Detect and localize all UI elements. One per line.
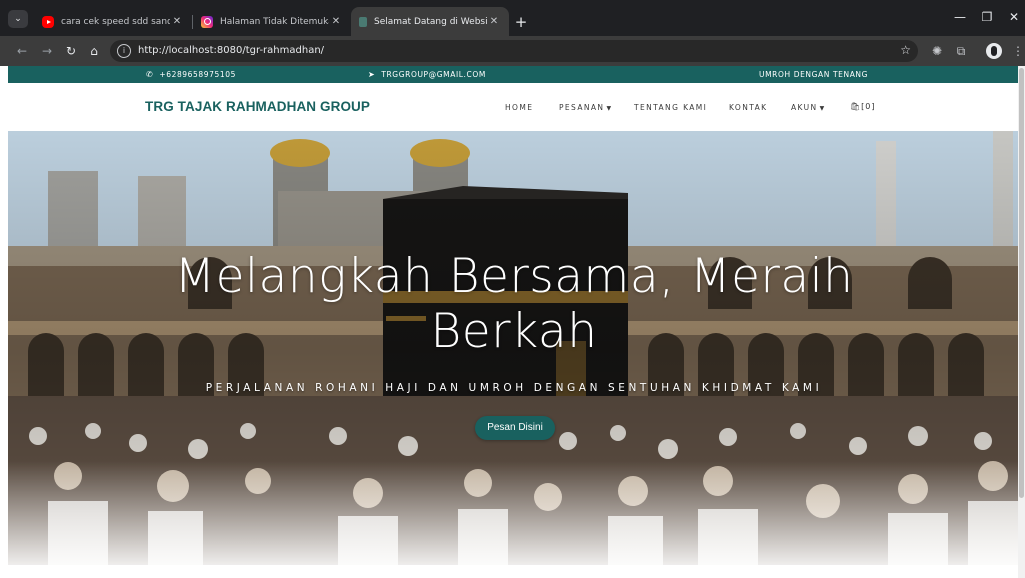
- home-icon[interactable]: ⌂: [86, 43, 102, 59]
- contact-top-bar: ✆ +6289658975105 ➤ TRGGROUP@GMAIL.COM UM…: [8, 66, 1020, 83]
- instagram-icon: [201, 15, 213, 28]
- close-icon[interactable]: ✕: [487, 16, 501, 27]
- nav-akun[interactable]: AKUN ▼: [791, 103, 824, 112]
- web-page: ✆ +6289658975105 ➤ TRGGROUP@GMAIL.COM UM…: [8, 66, 1020, 578]
- browser-toolbar: ← → ↻ ⌂ i http://localhost:8080/tgr-rahm…: [0, 36, 1025, 66]
- tab-search-button[interactable]: ⌄: [8, 10, 28, 28]
- tab-title: Selamat Datang di Website Tou: [374, 16, 487, 27]
- hero-subtitle: PERJALANAN ROHANI HAJI DAN UMROH DENGAN …: [205, 382, 823, 394]
- address-bar[interactable]: i http://localhost:8080/tgr-rahmadhan/ ☆: [110, 40, 918, 62]
- tab-title: Halaman Tidak Ditemukan • Ins: [220, 16, 329, 27]
- site-info-icon[interactable]: i: [117, 44, 131, 58]
- browser-tab[interactable]: cara cek speed sdd sandisk - Yo ✕: [34, 7, 192, 36]
- nav-pesanan[interactable]: PESANAN ▼: [559, 103, 611, 112]
- tagline-text: UMROH DENGAN TENANG: [759, 70, 869, 79]
- hero-title: Melangkah Bersama, Meraih Berkah: [8, 249, 1020, 359]
- browser-tab-active[interactable]: Selamat Datang di Website Tou ✕: [351, 7, 509, 36]
- nav-akun-label: AKUN: [791, 103, 818, 112]
- extensions-puzzle-icon[interactable]: ⧉: [953, 43, 969, 59]
- nav-kontak[interactable]: KONTAK: [729, 103, 767, 112]
- close-window-icon[interactable]: ✕: [1002, 10, 1025, 24]
- cart-button[interactable]: 🛍[0]: [850, 102, 876, 111]
- page-scrollbar[interactable]: [1018, 66, 1025, 578]
- reload-icon[interactable]: ↻: [63, 43, 79, 59]
- phone-number: +6289658975105: [159, 70, 237, 79]
- email-address: TRGGROUP@GMAIL.COM: [381, 70, 486, 79]
- close-icon[interactable]: ✕: [329, 16, 343, 27]
- caret-down-icon: ▼: [606, 105, 612, 112]
- caret-down-icon: ▼: [819, 105, 825, 112]
- more-menu-icon[interactable]: ⋮: [1010, 43, 1025, 59]
- email-contact[interactable]: ➤ TRGGROUP@GMAIL.COM: [368, 70, 486, 79]
- back-icon[interactable]: ←: [14, 43, 30, 59]
- restore-icon[interactable]: ❐: [975, 10, 999, 24]
- site-icon: [359, 16, 367, 27]
- site-logo[interactable]: TRG TAJAK RAHMADHAN GROUP: [145, 99, 370, 114]
- forward-icon[interactable]: →: [39, 43, 55, 59]
- close-icon[interactable]: ✕: [170, 16, 184, 27]
- new-tab-button[interactable]: +: [509, 7, 533, 36]
- cart-icon: 🛍: [850, 102, 862, 111]
- phone-icon: ✆: [146, 70, 154, 79]
- nav-home[interactable]: HOME: [505, 103, 533, 112]
- hero-title-line-1: Melangkah Bersama, Meraih: [174, 249, 854, 304]
- browser-tab-bar: ⌄ cara cek speed sdd sandisk - Yo ✕ Hala…: [0, 0, 1025, 36]
- site-navbar: TRG TAJAK RAHMADHAN GROUP HOME PESANAN ▼ …: [8, 83, 1020, 131]
- minimize-icon[interactable]: —: [948, 10, 972, 24]
- scrollbar-thumb[interactable]: [1019, 68, 1024, 498]
- extension-icon[interactable]: ✺: [929, 43, 945, 59]
- url-text[interactable]: http://localhost:8080/tgr-rahmadhan/: [138, 44, 324, 58]
- tagline: UMROH DENGAN TENANG: [759, 70, 868, 79]
- profile-avatar-icon[interactable]: [986, 43, 1002, 59]
- nav-tentang-kami[interactable]: TENTANG KAMI: [634, 103, 707, 112]
- pesan-disini-button[interactable]: Pesan Disini: [475, 416, 555, 440]
- tab-strip: cara cek speed sdd sandisk - Yo ✕ Halama…: [34, 7, 533, 36]
- send-icon: ➤: [368, 70, 376, 79]
- cart-count: [0]: [861, 102, 876, 111]
- browser-tab[interactable]: Halaman Tidak Ditemukan • Ins ✕: [193, 7, 351, 36]
- tab-title: cara cek speed sdd sandisk - Yo: [61, 16, 170, 27]
- bookmark-star-icon[interactable]: ☆: [900, 43, 911, 57]
- hero-banner: Melangkah Bersama, Meraih Berkah PERJALA…: [8, 131, 1020, 565]
- hero-title-line-2: Berkah: [430, 304, 598, 359]
- youtube-icon: [42, 15, 54, 28]
- nav-pesanan-label: PESANAN: [559, 103, 605, 112]
- phone-contact[interactable]: ✆ +6289658975105: [146, 70, 236, 79]
